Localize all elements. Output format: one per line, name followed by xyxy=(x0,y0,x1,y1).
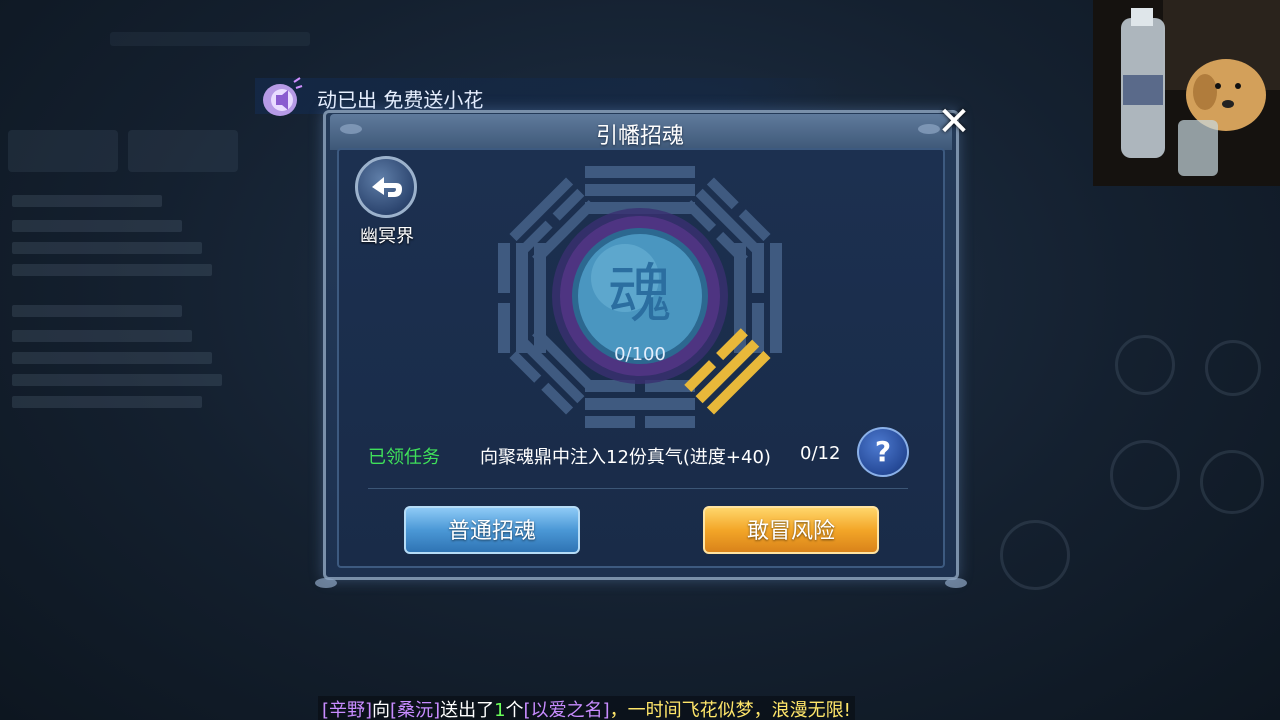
bg-text xyxy=(12,396,202,408)
chat-quantity: 1 xyxy=(494,700,506,720)
back-arrow-icon xyxy=(372,177,402,197)
bg-health-bar xyxy=(110,32,310,46)
task-count: 0/12 xyxy=(800,443,841,464)
chat-receiver[interactable]: [桑沅] xyxy=(390,700,440,720)
bg-text xyxy=(12,242,202,254)
chat-broadcast: [辛野]向[桑沅]送出了1个[以爱之名]，一时间飞花似梦，浪漫无限! xyxy=(318,696,855,720)
bg-skill-icon xyxy=(1200,450,1264,514)
corner-ornament xyxy=(945,578,967,588)
help-icon[interactable]: ? xyxy=(857,427,909,477)
corner-ornament xyxy=(315,578,337,588)
bg-tab xyxy=(128,130,238,172)
bg-text xyxy=(12,220,182,232)
bg-text xyxy=(12,352,212,364)
announcement-text: 动已出 免费送小花 xyxy=(317,88,484,112)
normal-summon-button[interactable]: 普通招魂 xyxy=(404,506,580,554)
soul-orb-icon: 魂 xyxy=(608,258,672,332)
divider xyxy=(368,488,908,489)
chat-item[interactable]: [以爱之名] xyxy=(524,700,610,720)
bagua-icon: 魂 xyxy=(490,158,790,434)
bg-skill-icon xyxy=(1000,520,1070,590)
chat-text: 送出了 xyxy=(440,700,495,720)
announcement-banner: 动已出 免费送小花 xyxy=(255,78,845,114)
bg-skill-icon xyxy=(1115,335,1175,395)
bg-skill-icon xyxy=(1110,440,1180,510)
close-icon[interactable]: ✕ xyxy=(932,100,976,144)
chat-text: 向 xyxy=(372,700,391,720)
bg-tab xyxy=(8,130,118,172)
task-description: 向聚魂鼎中注入12份真气(进度+40) xyxy=(480,447,771,468)
bg-text xyxy=(12,195,162,207)
chat-sender[interactable]: [辛野] xyxy=(322,700,372,720)
soul-progress: 0/100 xyxy=(614,344,666,365)
risk-summon-button[interactable]: 敢冒风险 xyxy=(703,506,879,554)
back-label: 幽冥界 xyxy=(360,226,414,247)
bg-text xyxy=(12,374,222,386)
bg-text xyxy=(12,305,182,317)
back-button[interactable] xyxy=(355,156,417,218)
bg-skill-icon xyxy=(1205,340,1261,396)
bg-text xyxy=(12,330,192,342)
bg-text xyxy=(12,264,212,276)
dialog-title: 引幡招魂 xyxy=(595,124,684,149)
task-status: 已领任务 xyxy=(368,447,440,468)
corner-ornament xyxy=(340,124,362,134)
webcam-overlay xyxy=(1093,0,1280,186)
chat-text: 个 xyxy=(505,700,524,720)
speaker-icon xyxy=(256,76,304,120)
chat-text: ，一时间飞花似梦，浪漫无限! xyxy=(609,700,851,720)
